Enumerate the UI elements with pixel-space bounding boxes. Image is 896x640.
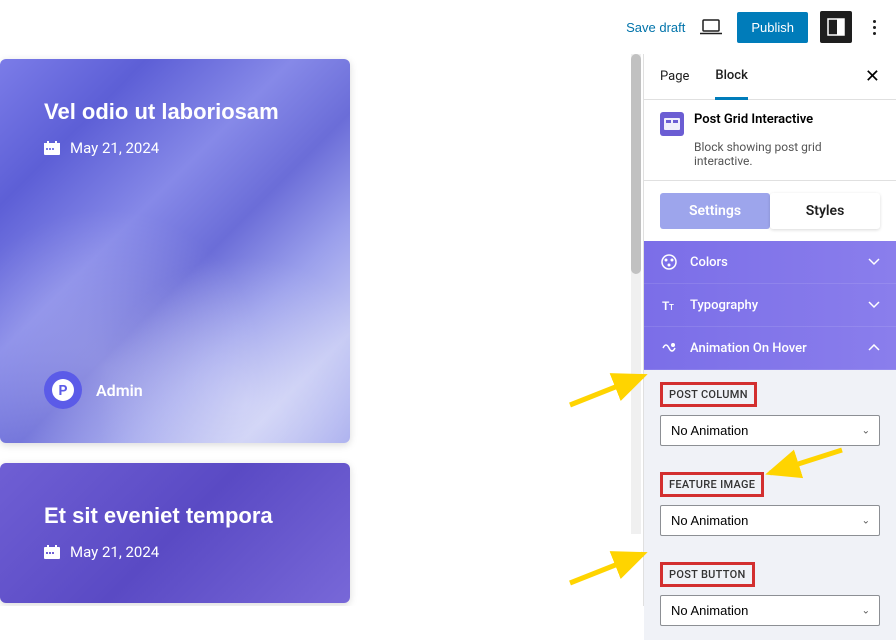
panel-label: Colors <box>690 255 728 270</box>
chevron-down-icon <box>868 255 880 270</box>
select-post-button-animation[interactable]: No Animation <box>660 595 880 626</box>
typography-icon: TT <box>660 296 678 314</box>
post-title: Vel odio ut laboriosam <box>44 99 306 125</box>
block-description: Block showing post grid interactive. <box>694 140 880 168</box>
editor-canvas: Vel odio ut laboriosam May 21, 2024 P Ad… <box>0 54 643 606</box>
chevron-down-icon <box>868 298 880 313</box>
select-feature-image-animation[interactable]: No Animation <box>660 505 880 536</box>
svg-text:T: T <box>669 303 674 312</box>
close-sidebar-button[interactable]: ✕ <box>865 66 880 87</box>
annotation-arrow <box>762 445 847 485</box>
block-subtabs: Settings Styles <box>644 193 896 241</box>
chevron-up-icon <box>868 341 880 356</box>
block-info: Post Grid Interactive Block showing post… <box>644 100 896 181</box>
panel-icon <box>827 18 845 36</box>
post-date-text: May 21, 2024 <box>70 139 159 157</box>
control-post-button: POST BUTTON No Animation ⌄ <box>644 550 896 640</box>
preview-button[interactable] <box>697 16 725 38</box>
panel-typography[interactable]: TT Typography <box>644 284 896 327</box>
panel-label: Typography <box>690 298 758 313</box>
author-name: Admin <box>96 381 143 400</box>
animation-icon <box>660 339 678 357</box>
control-label-post-column: POST COLUMN <box>660 382 757 407</box>
post-card[interactable]: Vel odio ut laboriosam May 21, 2024 P Ad… <box>0 59 350 443</box>
subtab-styles[interactable]: Styles <box>770 193 880 229</box>
annotation-arrow <box>565 548 650 588</box>
calendar-icon <box>44 545 60 559</box>
dot-icon <box>873 26 876 29</box>
control-label-post-button: POST BUTTON <box>660 562 755 587</box>
settings-sidebar: Page Block ✕ Post Grid Interactive Block… <box>643 54 896 606</box>
vertical-scrollbar[interactable] <box>631 54 641 534</box>
select-post-column-animation[interactable]: No Animation <box>660 415 880 446</box>
style-panels: Colors TT Typography Animation On Hover <box>644 241 896 370</box>
svg-text:P: P <box>58 383 67 399</box>
tab-page[interactable]: Page <box>660 55 689 98</box>
subtab-settings[interactable]: Settings <box>660 193 770 229</box>
tab-block[interactable]: Block <box>715 54 747 100</box>
control-label-feature-image: FEATURE IMAGE <box>660 472 764 497</box>
dot-icon <box>873 32 876 35</box>
dot-icon <box>873 20 876 23</box>
annotation-arrow <box>565 370 650 410</box>
block-type-icon <box>660 112 684 136</box>
post-card[interactable]: Et sit eveniet tempora May 21, 2024 <box>0 463 350 603</box>
post-date: May 21, 2024 <box>44 543 306 561</box>
p-logo-icon: P <box>52 379 74 401</box>
calendar-icon <box>44 141 60 155</box>
block-name: Post Grid Interactive <box>694 112 813 127</box>
more-options-button[interactable] <box>864 11 884 43</box>
sidebar-toggle-button[interactable] <box>820 11 852 43</box>
post-date-text: May 21, 2024 <box>70 543 159 561</box>
editor-topbar: Save draft Publish <box>0 0 896 54</box>
post-title: Et sit eveniet tempora <box>44 503 306 529</box>
sidebar-tabs: Page Block ✕ <box>644 54 896 100</box>
panel-colors[interactable]: Colors <box>644 241 896 284</box>
save-draft-link[interactable]: Save draft <box>626 20 685 35</box>
panel-animation-hover[interactable]: Animation On Hover <box>644 327 896 370</box>
avatar: P <box>44 371 82 409</box>
scrollbar-thumb[interactable] <box>631 54 641 274</box>
post-date: May 21, 2024 <box>44 139 306 157</box>
panel-label: Animation On Hover <box>690 341 807 356</box>
palette-icon <box>660 253 678 271</box>
post-author: P Admin <box>44 371 143 409</box>
publish-button[interactable]: Publish <box>737 12 808 43</box>
laptop-icon <box>700 19 722 35</box>
